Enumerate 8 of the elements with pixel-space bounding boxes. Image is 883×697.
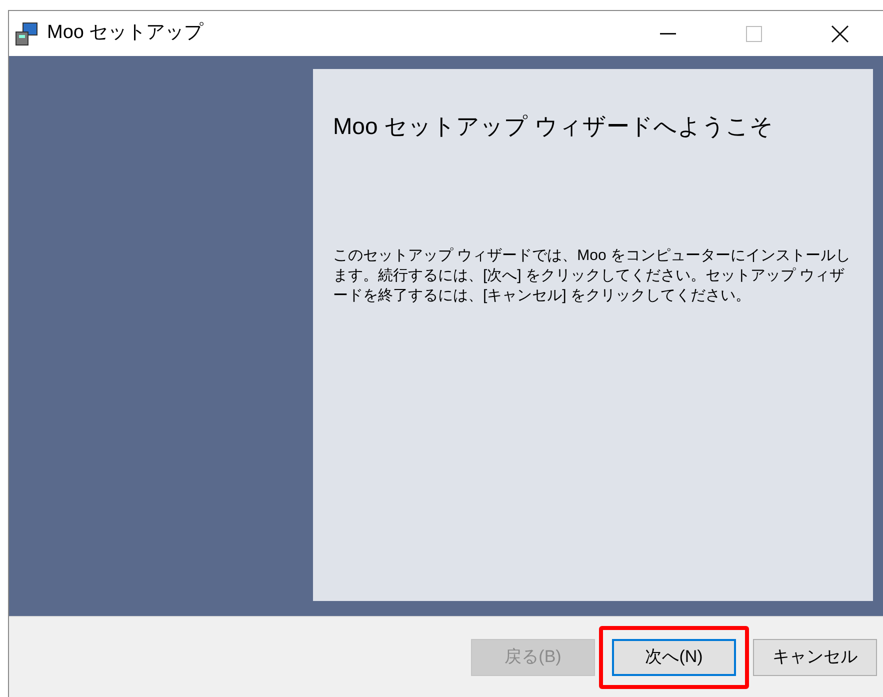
wizard-button[interactable]: 次へ(N)	[612, 638, 736, 676]
close-icon	[831, 24, 849, 42]
minimize-icon	[660, 32, 676, 34]
maximize-icon	[746, 26, 762, 42]
welcome-text: このセットアップ ウィザードでは、Moo をコンピューターにインストールします。続行するには、[次へ] をクリックしてください。セットアップ ウィザードを終了するには、[キャンセル] をクリックしてください。	[333, 246, 852, 306]
wizard-button[interactable]: キャンセル	[753, 638, 877, 676]
welcome-heading: Moo セットアップ ウィザードへようこそ	[333, 112, 775, 141]
window-title: Moo セットアップ	[47, 21, 204, 46]
